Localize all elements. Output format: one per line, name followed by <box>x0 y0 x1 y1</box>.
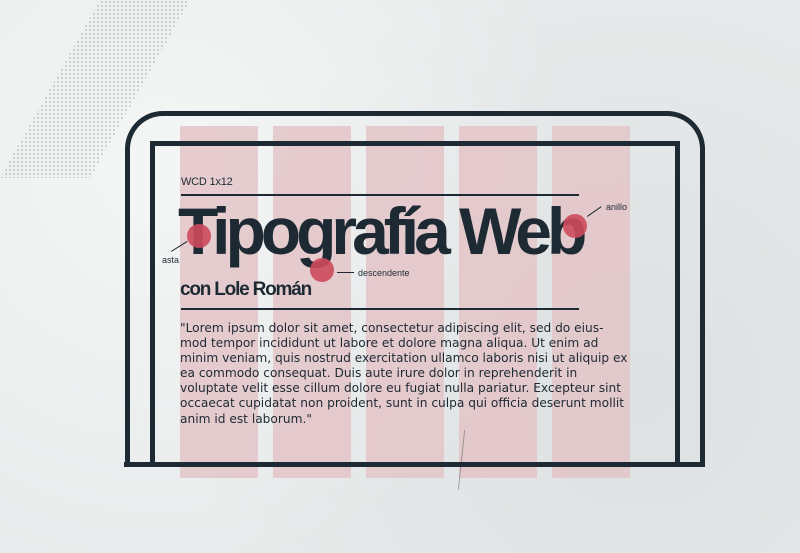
event-code: WCD 1x12 <box>181 176 233 188</box>
descender-leader-line <box>337 272 354 273</box>
stem-marker <box>187 224 211 248</box>
poster-title: Tipografía Web <box>178 194 587 268</box>
descender-label: descendente <box>358 268 410 278</box>
stem-label: asta <box>162 255 180 265</box>
baseline-rule <box>124 462 701 467</box>
ring-marker <box>563 214 587 238</box>
body-paragraph: "Lorem ipsum dolor sit amet, consectetur… <box>180 321 628 426</box>
poster-subtitle: con Lole Román <box>180 279 312 300</box>
descender-marker <box>310 258 334 282</box>
ring-label: anillo <box>606 202 628 212</box>
bottom-rule <box>181 308 579 310</box>
